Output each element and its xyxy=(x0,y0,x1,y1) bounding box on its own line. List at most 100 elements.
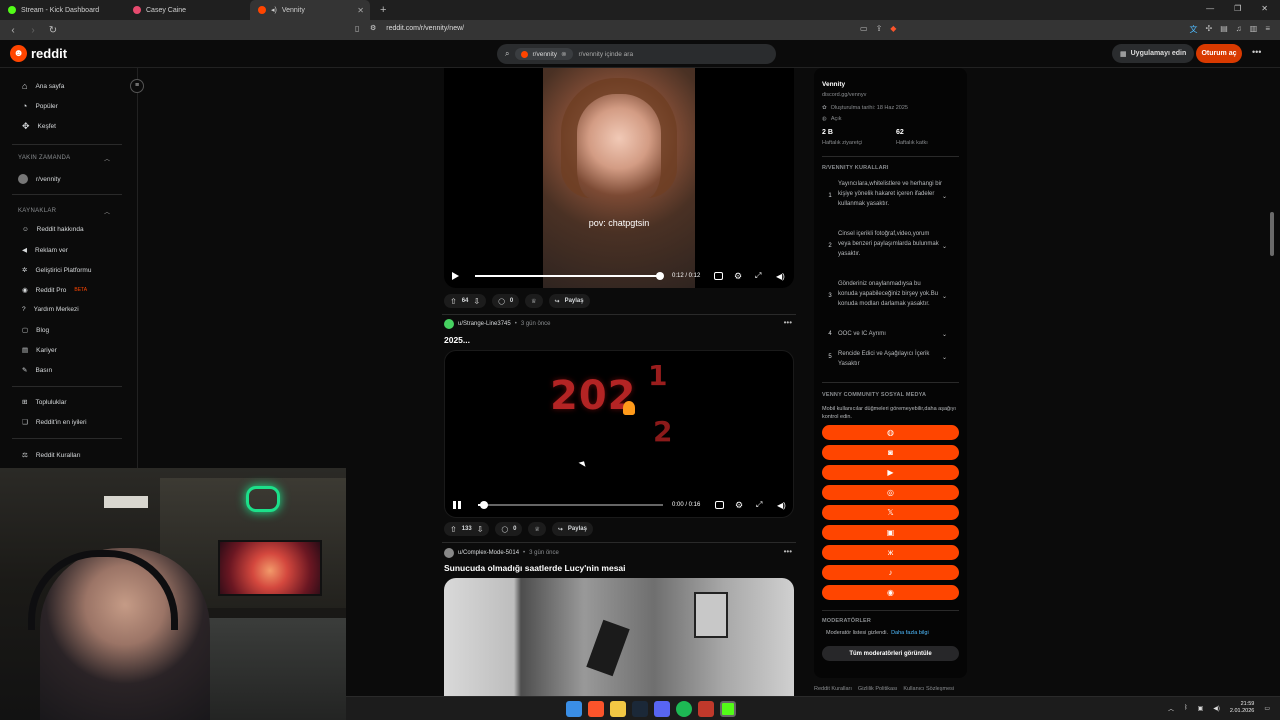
reload-icon[interactable]: ↻ xyxy=(46,25,60,36)
clock[interactable]: 21:59 2.01.2026 xyxy=(1230,701,1254,715)
author-avatar[interactable] xyxy=(444,319,454,329)
chevron-down-icon[interactable]: ⌄ xyxy=(942,349,952,369)
comments-button[interactable]: ◯ 0 xyxy=(495,522,523,536)
bluetooth-icon[interactable]: ᛒ xyxy=(1184,705,1188,711)
discord-icon[interactable] xyxy=(654,701,670,717)
tab-kick-dashboard[interactable]: Stream - Kick Dashboard xyxy=(0,0,125,20)
volume-icon[interactable]: ◀) xyxy=(1213,705,1220,712)
app-icon[interactable] xyxy=(698,701,714,717)
seek-bar[interactable] xyxy=(475,272,664,280)
sidebar-item-reddit-pro[interactable]: ◉ Reddit Pro BETA xyxy=(22,286,87,295)
collapse-sidebar-button[interactable]: ≡ xyxy=(130,79,144,93)
page-scrollbar[interactable] xyxy=(1270,212,1274,256)
search-community-chip[interactable]: r/vennity ⊗ xyxy=(515,48,573,60)
minimize-icon[interactable]: — xyxy=(1206,4,1214,13)
menu-icon[interactable]: ≡ xyxy=(1265,24,1270,35)
downvote-icon[interactable]: ⇩ xyxy=(477,525,484,534)
volume-icon[interactable]: ◀) xyxy=(777,501,786,510)
tiktok-link-button[interactable]: ♪ xyxy=(822,565,959,580)
chevron-down-icon[interactable]: ⌄ xyxy=(942,179,952,209)
notification-icon[interactable]: ▭ xyxy=(1264,705,1270,712)
upvote-icon[interactable]: ⇧ xyxy=(450,525,457,534)
back-icon[interactable]: ‹ xyxy=(6,25,20,36)
author-avatar[interactable] xyxy=(444,548,454,558)
upvote-icon[interactable]: ⇧ xyxy=(450,297,457,306)
sidebar-item-developer[interactable]: ✲ Geliştirici Platformu xyxy=(22,266,91,275)
extensions-icon[interactable]: ✣ xyxy=(1206,24,1213,35)
chevron-up-icon[interactable]: ︿ xyxy=(1168,704,1174,713)
rule-item[interactable]: 5 Rencide Edici ve Aşağılayıcı İçerik Ya… xyxy=(822,349,960,369)
video-player[interactable]: pov: chatpgtsin 0:12 / 0:12 ⚙ ⤢ ◀) xyxy=(444,68,794,288)
seek-handle[interactable] xyxy=(656,272,664,280)
more-info-link[interactable]: Daha fazla bilgi xyxy=(891,630,929,636)
maximize-icon[interactable]: ❐ xyxy=(1234,4,1241,13)
new-tab-button[interactable]: + xyxy=(380,4,386,16)
chip-remove-icon[interactable]: ⊗ xyxy=(561,50,566,58)
instagram-link-button[interactable]: ◎ xyxy=(822,485,959,500)
twitch-link-button[interactable]: ▣ xyxy=(822,525,959,540)
brave-shield-icon[interactable]: ◆ xyxy=(890,24,896,33)
globe-link-button[interactable]: ◍ xyxy=(822,425,959,440)
sidebar-item-advertise[interactable]: ◀ Reklam ver xyxy=(22,246,68,255)
kick-icon[interactable] xyxy=(720,701,736,717)
fullscreen-icon[interactable]: ⤢ xyxy=(756,500,762,510)
share-icon[interactable]: ⇪ xyxy=(876,24,883,33)
sidebar-item-explore[interactable]: ✥ Keşfet xyxy=(22,121,56,132)
settings-icon[interactable]: ⚙ xyxy=(734,271,742,282)
spotify-icon[interactable] xyxy=(676,701,692,717)
chevron-down-icon[interactable]: ⌄ xyxy=(942,229,952,259)
steam-link-button[interactable]: ◉ xyxy=(822,585,959,600)
seek-handle[interactable] xyxy=(479,501,488,509)
sidebar-item-careers[interactable]: ▤ Kariyer xyxy=(22,346,57,355)
reddit-logo[interactable]: ☻ reddit xyxy=(10,45,67,62)
sidebar-toggle-icon[interactable]: ▥ xyxy=(1250,24,1258,35)
more-options-icon[interactable]: ••• xyxy=(1252,47,1261,57)
comments-button[interactable]: ◯ 0 xyxy=(492,294,520,308)
sidebar-item-press[interactable]: ✎ Basın xyxy=(22,366,52,375)
media-icon[interactable]: ♫ xyxy=(1236,24,1242,35)
captions-icon[interactable] xyxy=(714,272,723,280)
wallet-icon[interactable]: ▤ xyxy=(1220,24,1228,35)
award-button[interactable]: ♕ xyxy=(528,522,546,536)
post-options-icon[interactable]: ••• xyxy=(784,318,792,327)
chevron-up-icon[interactable]: ︿ xyxy=(104,207,110,216)
sidebar-item-best-of[interactable]: ❑ Reddit'in en iyileri xyxy=(22,418,87,427)
tab-casey-caine[interactable]: Casey Caine xyxy=(125,0,250,20)
site-info-icon[interactable]: ⚙ xyxy=(370,24,376,32)
chevron-down-icon[interactable]: ⌄ xyxy=(942,329,952,339)
get-app-button[interactable]: ▦ Uygulamayı edin xyxy=(1112,44,1195,63)
captions-icon[interactable] xyxy=(715,501,724,509)
pause-icon[interactable] xyxy=(453,501,461,509)
chevron-up-icon[interactable]: ︿ xyxy=(104,154,110,163)
post-title[interactable]: Sunucuda olmadığı saatlerde Lucy'nin mes… xyxy=(444,563,626,573)
footer-link[interactable]: Gizlilik Politikası xyxy=(858,686,897,692)
chevron-down-icon[interactable]: ⌄ xyxy=(942,279,952,309)
share-button[interactable]: ↪ Paylaş xyxy=(548,294,590,308)
post-title[interactable]: 2025... xyxy=(444,335,470,345)
rule-item[interactable]: 2 Cinsel içerikli fotoğraf,video,yorum v… xyxy=(822,229,960,259)
seek-bar[interactable] xyxy=(478,501,663,509)
post-image[interactable] xyxy=(444,578,794,696)
steam-icon[interactable] xyxy=(632,701,648,717)
forward-icon[interactable]: › xyxy=(26,25,40,36)
settings-icon[interactable]: ⚙ xyxy=(735,500,743,511)
play-icon[interactable] xyxy=(452,272,459,280)
tab-vennity[interactable]: ◂) Vennity ✕ xyxy=(250,0,370,20)
youtube-link-button[interactable]: ▶ xyxy=(822,465,959,480)
author-name[interactable]: u/Complex-Mode-5014 xyxy=(458,550,519,556)
close-tab-icon[interactable]: ✕ xyxy=(357,6,364,15)
rule-item[interactable]: 1 Yayıncılara,whitelistlere ve herhangi … xyxy=(822,179,960,209)
login-button[interactable]: Oturum aç xyxy=(1196,44,1242,63)
sidebar-item-communities[interactable]: ⊞ Topluluklar xyxy=(22,398,67,407)
rule-item[interactable]: 4 OOC ve IC Ayrımı ⌄ xyxy=(822,329,960,339)
sidebar-item-rules[interactable]: ⚖ Reddit Kuralları xyxy=(22,451,81,460)
search-input[interactable]: ⌕ r/vennity ⊗ r/vennity içinde ara xyxy=(497,44,776,64)
translate-icon[interactable]: 文 xyxy=(1190,24,1198,35)
community-link[interactable]: discord.gg/vennyv xyxy=(822,92,866,98)
sidebar-item-home[interactable]: ⌂ Ana sayfa xyxy=(22,81,64,91)
sidebar-item-popular[interactable]: ◔ Popüler xyxy=(22,101,58,111)
post-options-icon[interactable]: ••• xyxy=(784,547,792,556)
volume-icon[interactable]: ◀) xyxy=(776,272,785,281)
sidebar-item-help[interactable]: ? Yardım Merkezi xyxy=(22,306,79,313)
discord-link-button[interactable]: ◙ xyxy=(822,445,959,460)
